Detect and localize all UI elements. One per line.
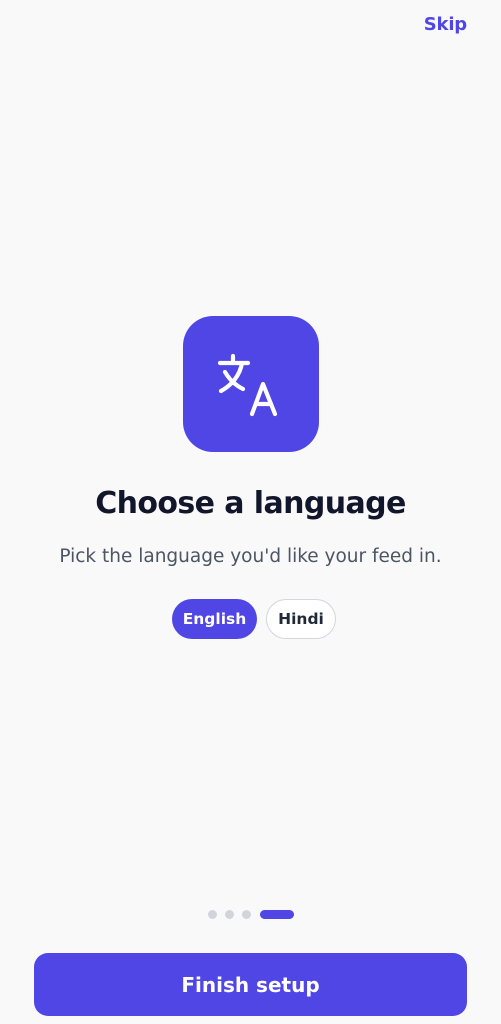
translate-icon xyxy=(217,353,278,417)
page-dot xyxy=(225,910,234,919)
app-icon xyxy=(183,316,319,452)
page-subtitle: Pick the language you'd like your feed i… xyxy=(59,546,442,567)
page-indicator xyxy=(208,910,294,919)
page-dot xyxy=(208,910,217,919)
language-chip-english[interactable]: English xyxy=(172,599,257,639)
finish-setup-button[interactable]: Finish setup xyxy=(34,953,467,1016)
language-options: English Hindi xyxy=(0,599,501,639)
skip-button[interactable]: Skip xyxy=(424,14,467,35)
page-dot-active xyxy=(260,910,294,919)
page-title: Choose a language xyxy=(95,486,406,521)
language-chip-hindi[interactable]: Hindi xyxy=(266,599,336,639)
page-dot xyxy=(242,910,251,919)
